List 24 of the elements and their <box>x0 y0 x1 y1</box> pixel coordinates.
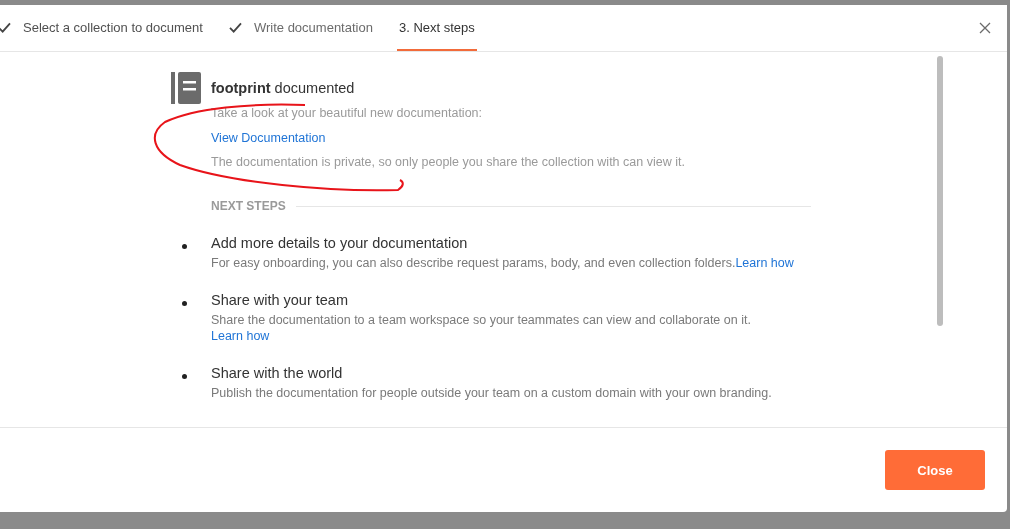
learn-how-link[interactable]: Learn how <box>211 329 751 343</box>
privacy-note: The documentation is private, so only people you share the collection with can view it. <box>211 155 685 169</box>
step-title: Share with your team <box>211 292 349 308</box>
step-tab[interactable]: Write documentation <box>226 5 375 51</box>
step-title: Share with the world <box>211 365 344 381</box>
step-description: For easy onboarding, you can also describe request params, body, and even collection folders.Learn how <box>211 256 794 270</box>
learn-how-link[interactable]: Learn how <box>735 256 794 270</box>
step-tab[interactable]: Select a collection to document <box>0 5 205 51</box>
close-icon[interactable] <box>979 22 991 34</box>
document-icon <box>171 72 201 104</box>
step-tab[interactable]: 3. Next steps <box>396 5 477 51</box>
documented-heading: footprint documented <box>211 80 355 96</box>
section-heading: NEXT STEPS <box>211 199 286 213</box>
bullet-icon <box>182 374 187 379</box>
close-button[interactable]: Close <box>885 450 985 490</box>
bullet-icon <box>182 301 187 306</box>
step-description: Share the documentation to a team workspace so your teammates can view and collaborate on it. <box>211 313 751 327</box>
scrollbar[interactable] <box>937 56 943 326</box>
step-title: Add more details to your documentation <box>211 235 469 251</box>
check-icon <box>228 21 242 33</box>
bullet-icon <box>182 244 187 249</box>
check-icon <box>0 21 11 33</box>
step-description: Publish the documentation for people outside your team on a custom domain with your own branding. <box>211 386 772 400</box>
view-documentation-link[interactable]: View Documentation <box>211 131 326 145</box>
